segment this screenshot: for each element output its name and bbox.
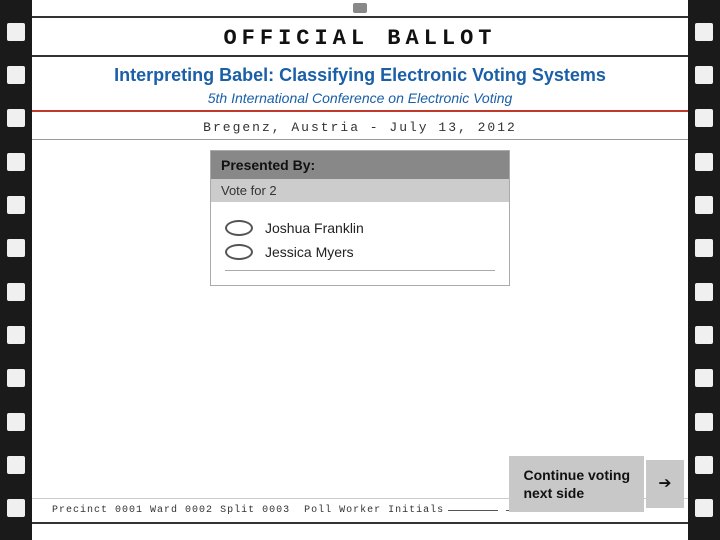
sprocket-hole <box>695 196 713 214</box>
candidate-row: Joshua Franklin <box>225 220 495 236</box>
ballot-page: OFFICIAL BALLOT Interpreting Babel: Clas… <box>0 0 720 540</box>
table-subheader: Vote for 2 <box>211 179 509 202</box>
ballot-header: OFFICIAL BALLOT <box>32 18 688 57</box>
continue-voting-button[interactable]: Continue voting next side <box>509 456 644 512</box>
sprocket-hole <box>7 23 25 41</box>
continue-line1: Continue voting <box>523 467 630 483</box>
candidate-oval-1[interactable] <box>225 220 253 236</box>
sprocket-hole <box>7 239 25 257</box>
contest-title: Interpreting Babel: Classifying Electron… <box>52 65 668 86</box>
candidate-oval-2[interactable] <box>225 244 253 260</box>
sprocket-hole <box>695 239 713 257</box>
voting-table: Presented By: Vote for 2 Joshua Franklin… <box>210 150 510 286</box>
continue-voting-section[interactable]: Continue voting next side ➔ <box>509 456 684 512</box>
sprocket-hole <box>7 283 25 301</box>
sprocket-hole <box>7 413 25 431</box>
sprockets-left <box>0 0 32 540</box>
bottom-feed-strip <box>32 522 688 540</box>
sprocket-hole <box>7 499 25 517</box>
top-feed-strip <box>32 0 688 18</box>
contest-title-section: Interpreting Babel: Classifying Electron… <box>32 57 688 112</box>
sprocket-hole <box>7 369 25 387</box>
ward-label: Ward 0002 <box>150 505 213 516</box>
sprocket-hole <box>7 326 25 344</box>
sprocket-hole <box>695 153 713 171</box>
sprocket-hole <box>695 326 713 344</box>
candidates-list: Joshua Franklin Jessica Myers <box>211 202 509 285</box>
sprocket-hole <box>695 499 713 517</box>
continue-arrow-button[interactable]: ➔ <box>646 460 684 508</box>
sprocket-hole <box>7 153 25 171</box>
sprocket-hole <box>7 109 25 127</box>
ballot-body: Presented By: Vote for 2 Joshua Franklin… <box>32 140 688 498</box>
signature-line-1 <box>448 510 498 511</box>
location-line: Bregenz, Austria - July 13, 2012 <box>32 112 688 140</box>
arrow-icon: ➔ <box>658 471 671 497</box>
candidate-row: Jessica Myers <box>225 244 495 260</box>
sprocket-hole <box>695 23 713 41</box>
sprocket-hole <box>695 456 713 474</box>
sprocket-hole <box>695 283 713 301</box>
table-header: Presented By: <box>211 151 509 179</box>
sprocket-hole <box>695 109 713 127</box>
split-label: Split 0003 <box>220 505 290 516</box>
candidate-name-2: Jessica Myers <box>265 244 354 260</box>
contest-subtitle: 5th International Conference on Electron… <box>52 90 668 106</box>
sprocket-hole <box>695 66 713 84</box>
sprockets-right <box>688 0 720 540</box>
sprocket-hole <box>695 369 713 387</box>
sprocket-hole <box>7 196 25 214</box>
poll-worker-label: Poll Worker Initials <box>304 505 444 516</box>
sprocket-hole <box>7 456 25 474</box>
feed-hole <box>353 3 367 13</box>
sprocket-hole <box>695 413 713 431</box>
sprocket-hole <box>7 66 25 84</box>
continue-line2: next side <box>523 485 584 501</box>
official-ballot-title: OFFICIAL BALLOT <box>223 26 496 51</box>
candidate-divider <box>225 270 495 271</box>
precinct-label: Precinct 0001 <box>52 505 143 516</box>
candidate-name-1: Joshua Franklin <box>265 220 364 236</box>
